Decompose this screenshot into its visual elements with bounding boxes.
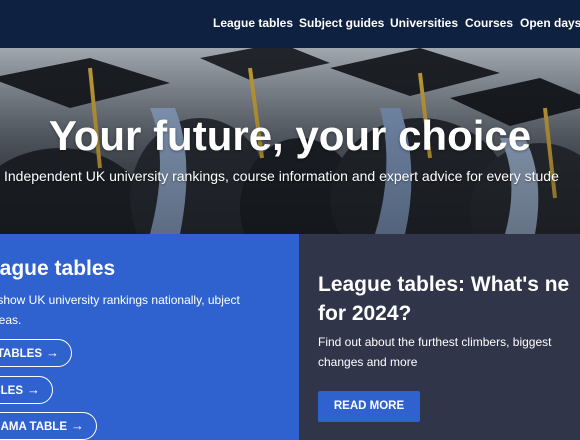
arrow-right-icon: → xyxy=(27,382,40,397)
news-title-line-1: League tables: What's ne xyxy=(318,273,570,296)
news-panel-title: League tables: What's ne for 2024? xyxy=(318,270,580,328)
panorama-table-button[interactable]: AMA TABLE → xyxy=(0,412,97,440)
nav-open-days[interactable]: Open days xyxy=(520,15,580,31)
league-tables-button[interactable]: TABLES → xyxy=(0,339,72,367)
league-panel-description: s show UK university rankings nationally… xyxy=(0,293,240,327)
hero-banner: Your future, your choice Independent UK … xyxy=(0,48,580,234)
league-tables-panel: eague tables s show UK university rankin… xyxy=(0,234,299,440)
news-desc-line-1: Find out about the furthest climbers, bi… xyxy=(318,335,552,349)
nav-courses[interactable]: Courses xyxy=(465,15,513,31)
nav-subject-guides[interactable]: Subject guides xyxy=(299,15,384,31)
nav-league-tables[interactable]: League tables xyxy=(213,15,293,31)
news-panel: League tables: What's ne for 2024? Find … xyxy=(299,234,580,440)
news-title-line-2: for 2024? xyxy=(318,302,412,325)
subject-tables-button[interactable]: BLES → xyxy=(0,376,53,404)
news-panel-description: Find out about the furthest climbers, bi… xyxy=(318,332,580,372)
arrow-right-icon: → xyxy=(71,418,84,433)
main-nav: League tables Subject guides Universitie… xyxy=(0,15,580,33)
nav-universities[interactable]: Universities xyxy=(390,15,458,31)
league-tables-button-label: TABLES xyxy=(0,348,42,360)
subject-tables-button-label: BLES xyxy=(0,385,23,397)
hero-subtitle: Independent UK university rankings, cour… xyxy=(4,168,559,184)
news-desc-line-2: changes and more xyxy=(318,355,418,369)
league-panel-title: eague tables xyxy=(0,257,116,280)
panorama-table-button-label: AMA TABLE xyxy=(0,421,67,433)
read-more-button[interactable]: READ MORE xyxy=(318,391,420,422)
arrow-right-icon: → xyxy=(46,345,59,360)
hero-title: Your future, your choice xyxy=(48,112,532,159)
top-navigation-bar: League tables Subject guides Universitie… xyxy=(0,0,580,48)
